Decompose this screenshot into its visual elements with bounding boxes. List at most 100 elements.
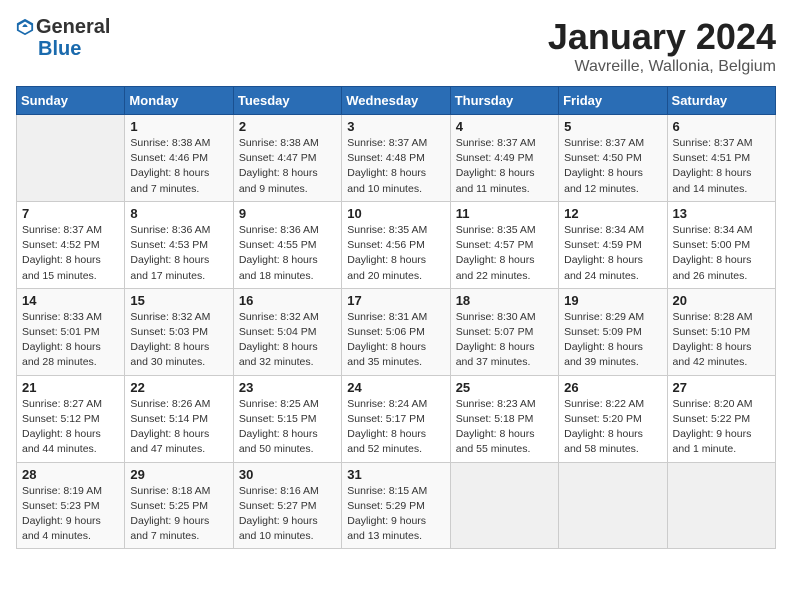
day-number: 19 (564, 293, 661, 308)
day-info: Sunrise: 8:37 AM Sunset: 4:48 PM Dayligh… (347, 136, 444, 197)
calendar-header: SundayMondayTuesdayWednesdayThursdayFrid… (17, 87, 776, 115)
calendar-cell: 28 Sunrise: 8:19 AM Sunset: 5:23 PM Dayli… (17, 462, 125, 549)
day-number: 29 (130, 467, 227, 482)
calendar-cell: 4 Sunrise: 8:37 AM Sunset: 4:49 PM Daylig… (450, 115, 558, 202)
day-info: Sunrise: 8:35 AM Sunset: 4:57 PM Dayligh… (456, 223, 553, 284)
day-number: 2 (239, 119, 336, 134)
day-number: 8 (130, 206, 227, 221)
day-info: Sunrise: 8:34 AM Sunset: 4:59 PM Dayligh… (564, 223, 661, 284)
day-number: 3 (347, 119, 444, 134)
calendar-cell: 31 Sunrise: 8:15 AM Sunset: 5:29 PM Dayli… (342, 462, 450, 549)
day-number: 5 (564, 119, 661, 134)
day-number: 24 (347, 380, 444, 395)
day-info: Sunrise: 8:33 AM Sunset: 5:01 PM Dayligh… (22, 310, 119, 371)
calendar-cell: 6 Sunrise: 8:37 AM Sunset: 4:51 PM Daylig… (667, 115, 775, 202)
calendar-cell: 25Sunrise: 8:23 AM Sunset: 5:18 PM Dayli… (450, 375, 558, 462)
day-info: Sunrise: 8:18 AM Sunset: 5:25 PM Dayligh… (130, 484, 227, 545)
calendar-table: SundayMondayTuesdayWednesdayThursdayFrid… (16, 86, 776, 549)
calendar-cell: 8 Sunrise: 8:36 AM Sunset: 4:53 PM Daylig… (125, 201, 233, 288)
calendar-cell: 27Sunrise: 8:20 AM Sunset: 5:22 PM Dayli… (667, 375, 775, 462)
day-number: 21 (22, 380, 119, 395)
calendar-cell: 9 Sunrise: 8:36 AM Sunset: 4:55 PM Daylig… (233, 201, 341, 288)
weekday-header: Wednesday (342, 87, 450, 115)
day-number: 7 (22, 206, 119, 221)
calendar-cell (17, 115, 125, 202)
calendar-cell: 26Sunrise: 8:22 AM Sunset: 5:20 PM Dayli… (559, 375, 667, 462)
calendar-cell: 21 Sunrise: 8:27 AM Sunset: 5:12 PM Dayli… (17, 375, 125, 462)
day-info: Sunrise: 8:38 AM Sunset: 4:47 PM Dayligh… (239, 136, 336, 197)
calendar-cell: 17Sunrise: 8:31 AM Sunset: 5:06 PM Dayli… (342, 288, 450, 375)
calendar-cell: 2 Sunrise: 8:38 AM Sunset: 4:47 PM Daylig… (233, 115, 341, 202)
calendar-cell (559, 462, 667, 549)
day-number: 10 (347, 206, 444, 221)
day-number: 4 (456, 119, 553, 134)
day-number: 14 (22, 293, 119, 308)
day-info: Sunrise: 8:37 AM Sunset: 4:49 PM Dayligh… (456, 136, 553, 197)
day-info: Sunrise: 8:37 AM Sunset: 4:51 PM Dayligh… (673, 136, 770, 197)
day-info: Sunrise: 8:32 AM Sunset: 5:03 PM Dayligh… (130, 310, 227, 371)
logo-blue-text: Blue (38, 38, 110, 60)
calendar-cell: 16Sunrise: 8:32 AM Sunset: 5:04 PM Dayli… (233, 288, 341, 375)
day-info: Sunrise: 8:29 AM Sunset: 5:09 PM Dayligh… (564, 310, 661, 371)
day-number: 25 (456, 380, 553, 395)
calendar-cell (450, 462, 558, 549)
weekday-header: Sunday (17, 87, 125, 115)
calendar-cell: 5 Sunrise: 8:37 AM Sunset: 4:50 PM Daylig… (559, 115, 667, 202)
calendar-cell: 15 Sunrise: 8:32 AM Sunset: 5:03 PM Dayli… (125, 288, 233, 375)
day-info: Sunrise: 8:15 AM Sunset: 5:29 PM Dayligh… (347, 484, 444, 545)
day-info: Sunrise: 8:30 AM Sunset: 5:07 PM Dayligh… (456, 310, 553, 371)
calendar-title: January 2024 (548, 16, 776, 58)
day-number: 17 (347, 293, 444, 308)
logo-general-text: General (36, 16, 110, 38)
weekday-header: Thursday (450, 87, 558, 115)
day-info: Sunrise: 8:37 AM Sunset: 4:50 PM Dayligh… (564, 136, 661, 197)
calendar-cell: 11Sunrise: 8:35 AM Sunset: 4:57 PM Dayli… (450, 201, 558, 288)
day-info: Sunrise: 8:36 AM Sunset: 4:53 PM Dayligh… (130, 223, 227, 284)
calendar-cell: 29 Sunrise: 8:18 AM Sunset: 5:25 PM Dayli… (125, 462, 233, 549)
day-info: Sunrise: 8:35 AM Sunset: 4:56 PM Dayligh… (347, 223, 444, 284)
calendar-cell: 7 Sunrise: 8:37 AM Sunset: 4:52 PM Daylig… (17, 201, 125, 288)
day-number: 27 (673, 380, 770, 395)
day-number: 28 (22, 467, 119, 482)
calendar-cell: 22Sunrise: 8:26 AM Sunset: 5:14 PM Dayli… (125, 375, 233, 462)
calendar-cell: 1 Sunrise: 8:38 AM Sunset: 4:46 PM Daylig… (125, 115, 233, 202)
day-number: 1 (130, 119, 227, 134)
day-info: Sunrise: 8:27 AM Sunset: 5:12 PM Dayligh… (22, 397, 119, 458)
page-header: General Blue January 2024 Wavreille, Wal… (16, 16, 776, 76)
calendar-cell: 12 Sunrise: 8:34 AM Sunset: 4:59 PM Dayli… (559, 201, 667, 288)
calendar-cell (667, 462, 775, 549)
weekday-header: Monday (125, 87, 233, 115)
day-info: Sunrise: 8:34 AM Sunset: 5:00 PM Dayligh… (673, 223, 770, 284)
logo-icon (16, 18, 34, 36)
day-info: Sunrise: 8:19 AM Sunset: 5:23 PM Dayligh… (22, 484, 119, 545)
day-info: Sunrise: 8:36 AM Sunset: 4:55 PM Dayligh… (239, 223, 336, 284)
day-number: 12 (564, 206, 661, 221)
day-info: Sunrise: 8:16 AM Sunset: 5:27 PM Dayligh… (239, 484, 336, 545)
day-number: 31 (347, 467, 444, 482)
weekday-header: Saturday (667, 87, 775, 115)
calendar-cell: 23Sunrise: 8:25 AM Sunset: 5:15 PM Dayli… (233, 375, 341, 462)
day-info: Sunrise: 8:38 AM Sunset: 4:46 PM Dayligh… (130, 136, 227, 197)
title-block: January 2024 Wavreille, Wallonia, Belgiu… (548, 16, 776, 76)
weekday-header: Tuesday (233, 87, 341, 115)
calendar-cell: 13 Sunrise: 8:34 AM Sunset: 5:00 PM Dayli… (667, 201, 775, 288)
calendar-subtitle: Wavreille, Wallonia, Belgium (548, 58, 776, 76)
day-number: 6 (673, 119, 770, 134)
weekday-header: Friday (559, 87, 667, 115)
day-number: 18 (456, 293, 553, 308)
day-number: 15 (130, 293, 227, 308)
calendar-cell: 14 Sunrise: 8:33 AM Sunset: 5:01 PM Dayli… (17, 288, 125, 375)
day-info: Sunrise: 8:26 AM Sunset: 5:14 PM Dayligh… (130, 397, 227, 458)
calendar-cell: 20 Sunrise: 8:28 AM Sunset: 5:10 PM Dayli… (667, 288, 775, 375)
day-info: Sunrise: 8:28 AM Sunset: 5:10 PM Dayligh… (673, 310, 770, 371)
day-info: Sunrise: 8:37 AM Sunset: 4:52 PM Dayligh… (22, 223, 119, 284)
calendar-cell: 24 Sunrise: 8:24 AM Sunset: 5:17 PM Dayli… (342, 375, 450, 462)
day-info: Sunrise: 8:24 AM Sunset: 5:17 PM Dayligh… (347, 397, 444, 458)
day-number: 13 (673, 206, 770, 221)
day-number: 9 (239, 206, 336, 221)
day-number: 26 (564, 380, 661, 395)
day-info: Sunrise: 8:25 AM Sunset: 5:15 PM Dayligh… (239, 397, 336, 458)
day-number: 20 (673, 293, 770, 308)
day-info: Sunrise: 8:32 AM Sunset: 5:04 PM Dayligh… (239, 310, 336, 371)
calendar-cell: 3 Sunrise: 8:37 AM Sunset: 4:48 PM Daylig… (342, 115, 450, 202)
